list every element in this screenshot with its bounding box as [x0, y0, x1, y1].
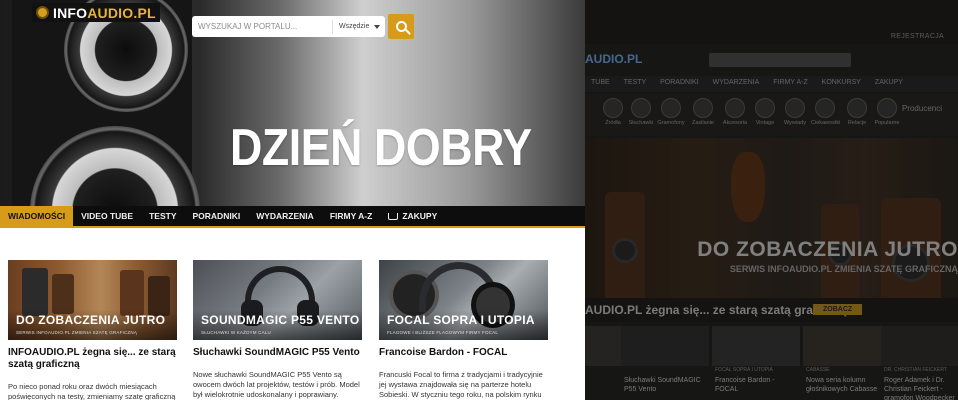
search-box: Wszędzie [192, 16, 385, 37]
hero-greeting: DZIEŃ DOBRY [230, 119, 532, 177]
news-card-caption: SŁUCHAWKI W KAŻDYM CALU [201, 330, 271, 335]
news-card-title[interactable]: Francoise Bardon - FOCAL [379, 347, 549, 359]
site-logo[interactable]: INFOAUDIO.PL [32, 3, 160, 22]
old-site-dim-overlay [585, 0, 958, 400]
news-card[interactable]: SOUNDMAGIC P55 VENTO SŁUCHAWKI W KAŻDYM … [193, 260, 363, 400]
cart-icon [388, 212, 399, 220]
nav-item-testy[interactable]: TESTY [141, 206, 184, 226]
news-card-excerpt: Po nieco ponad roku oraz dwóch miesiącac… [8, 382, 176, 400]
news-card-tag: SOUNDMAGIC P55 VENTO [201, 313, 360, 327]
news-card-image: SOUNDMAGIC P55 VENTO SŁUCHAWKI W KAŻDYM … [193, 260, 362, 340]
main-nav: WIADOMOŚCI VIDEO TUBE TESTY PORADNIKI WY… [0, 206, 585, 228]
news-card-image: DO ZOBACZENIA JUTRO SERWIS INFOAUDIO.PL … [8, 260, 177, 340]
logo-text-info: INFO [53, 4, 88, 21]
news-card-tag: FOCAL SOPRA I UTOPIA [387, 313, 535, 327]
new-site-preview: INFOAUDIO.PL Wszędzie DZIEŃ DOBRY WIADOM… [0, 0, 585, 400]
logo-icon [36, 6, 49, 19]
news-card-excerpt: Nowe słuchawki SoundMAGIC P55 Vento są o… [193, 370, 360, 399]
news-card-excerpt: Francuski Focal to firma z tradycjami i … [379, 370, 543, 399]
news-card[interactable]: FOCAL SOPRA I UTOPIA FLAGOWE I BLIŻSZE F… [379, 260, 549, 400]
nav-item-poradniki[interactable]: PORADNIKI [185, 206, 249, 226]
nav-item-firmy-a-z[interactable]: FIRMY A-Z [322, 206, 381, 226]
logo-text-audio: AUDIO.PL [87, 4, 156, 21]
news-card-image: FOCAL SOPRA I UTOPIA FLAGOWE I BLIŻSZE F… [379, 260, 548, 340]
news-cards: DO ZOBACZENIA JUTRO SERWIS INFOAUDIO.PL … [0, 260, 585, 400]
search-scope-value: Wszędzie [339, 23, 370, 30]
nav-item-wiadomosci[interactable]: WIADOMOŚCI [0, 206, 74, 226]
nav-item-zakupy[interactable]: ZAKUPY [380, 206, 445, 226]
chevron-down-icon [374, 24, 380, 29]
search-button[interactable] [388, 14, 414, 39]
old-site-preview: REJESTRACJA AUDIO.PL TUBE TESTY PORADNIK… [585, 0, 958, 400]
search-scope-select[interactable]: Wszędzie [333, 23, 385, 30]
hero-header: INFOAUDIO.PL Wszędzie DZIEŃ DOBRY [0, 0, 585, 206]
news-card-tag: DO ZOBACZENIA JUTRO [16, 313, 166, 327]
news-card[interactable]: DO ZOBACZENIA JUTRO SERWIS INFOAUDIO.PL … [8, 260, 178, 400]
news-card-title[interactable]: Słuchawki SoundMAGIC P55 Vento [193, 347, 363, 359]
news-card-title[interactable]: INFOAUDIO.PL żegna się... ze starą szatą… [8, 347, 178, 371]
news-card-caption: FLAGOWE I BLIŻSZE FLAGOWYM FIRMY FOCAL [387, 330, 499, 335]
search-input[interactable] [192, 16, 332, 37]
search-icon [395, 21, 407, 32]
nav-item-video-tube[interactable]: VIDEO TUBE [73, 206, 141, 226]
nav-item-wydarzenia[interactable]: WYDARZENIA [248, 206, 322, 226]
news-card-caption: SERWIS INFOAUDIO.PL ZMIENIA SZATĘ GRAFIC… [16, 330, 138, 335]
screenshot-stage: REJESTRACJA AUDIO.PL TUBE TESTY PORADNIK… [0, 0, 958, 400]
